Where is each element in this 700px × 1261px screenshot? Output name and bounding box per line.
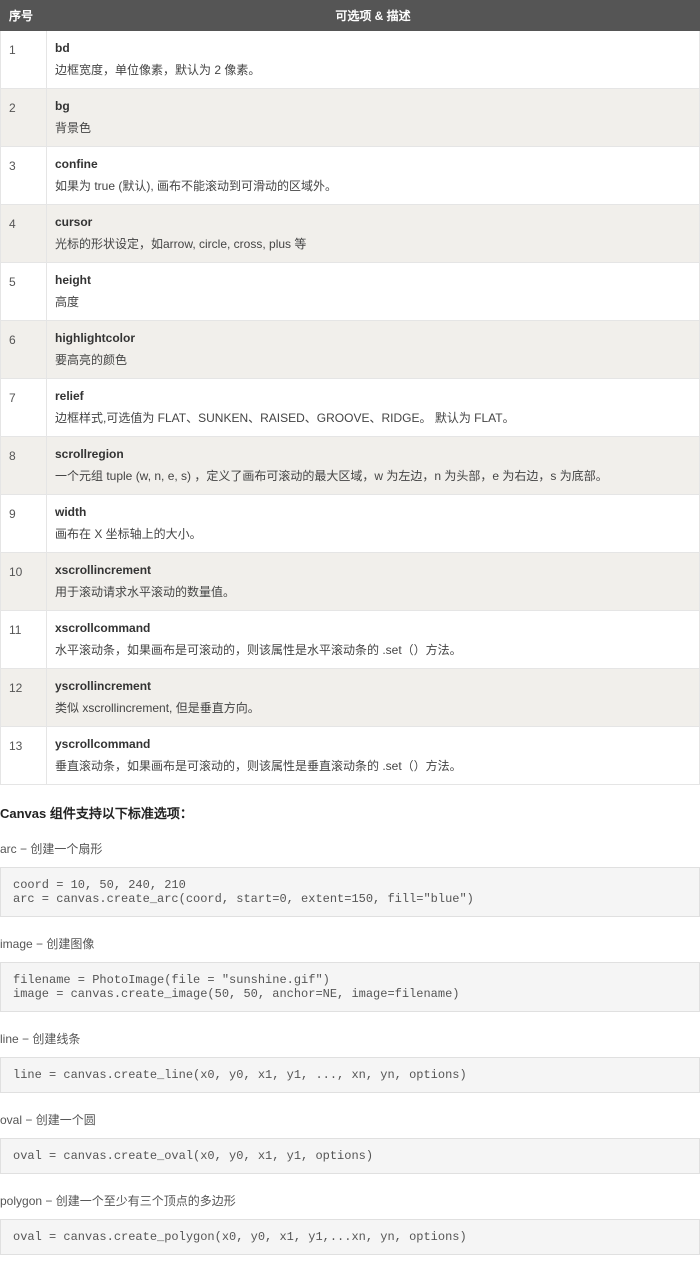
option-desc: 要高亮的颜色 <box>55 351 691 368</box>
row-content: xscrollcommand 水平滚动条，如果画布是可滚动的，则该属性是水平滚动条… <box>47 611 700 669</box>
row-index: 1 <box>1 31 47 89</box>
options-table: 序号 可选项 & 描述 1 bd 边框宽度，单位像素，默认为 2 像素。 2 bg 背景色… <box>0 0 700 785</box>
option-name: highlightcolor <box>55 331 691 345</box>
row-content: xscrollincrement 用于滚动请求水平滚动的数量值。 <box>47 553 700 611</box>
option-name: width <box>55 505 691 519</box>
option-desc: 画布在 X 坐标轴上的大小。 <box>55 525 691 542</box>
option-name: bd <box>55 41 691 55</box>
option-name: relief <box>55 389 691 403</box>
table-row: 6 highlightcolor 要高亮的颜色 <box>1 321 700 379</box>
row-index: 5 <box>1 263 47 321</box>
option-desc: 水平滚动条，如果画布是可滚动的，则该属性是水平滚动条的 .set（）方法。 <box>55 641 691 658</box>
table-row: 10 xscrollincrement 用于滚动请求水平滚动的数量值。 <box>1 553 700 611</box>
code-block: oval = canvas.create_polygon(x0, y0, x1,… <box>0 1219 700 1255</box>
table-row: 12 yscrollincrement 类似 xscrollincrement, 但… <box>1 669 700 727</box>
item-label: polygon − 创建一个至少有三个顶点的多边形 <box>0 1192 700 1209</box>
code-block: line = canvas.create_line(x0, y0, x1, y1… <box>0 1057 700 1093</box>
row-index: 11 <box>1 611 47 669</box>
row-content: bd 边框宽度，单位像素，默认为 2 像素。 <box>47 31 700 89</box>
table-row: 4 cursor 光标的形状设定，如arrow, circle, cross, pl… <box>1 205 700 263</box>
row-content: cursor 光标的形状设定，如arrow, circle, cross, plu… <box>47 205 700 263</box>
option-desc: 边框样式,可选值为 FLAT、SUNKEN、RAISED、GROOVE、RIDG… <box>55 409 691 426</box>
table-row: 5 height 高度 <box>1 263 700 321</box>
row-content: yscrollcommand 垂直滚动条，如果画布是可滚动的，则该属性是垂直滚动条… <box>47 727 700 785</box>
table-row: 8 scrollregion 一个元组 tuple (w, n, e, s) ，定义… <box>1 437 700 495</box>
row-index: 10 <box>1 553 47 611</box>
item-label: arc − 创建一个扇形 <box>0 840 700 857</box>
header-desc: 可选项 & 描述 <box>47 1 700 31</box>
table-row: 13 yscrollcommand 垂直滚动条，如果画布是可滚动的，则该属性是垂直滚… <box>1 727 700 785</box>
code-block: oval = canvas.create_oval(x0, y0, x1, y1… <box>0 1138 700 1174</box>
option-name: scrollregion <box>55 447 691 461</box>
row-index: 13 <box>1 727 47 785</box>
option-desc: 如果为 true (默认), 画布不能滚动到可滑动的区域外。 <box>55 177 691 194</box>
table-row: 2 bg 背景色 <box>1 89 700 147</box>
option-name: bg <box>55 99 691 113</box>
table-row: 9 width 画布在 X 坐标轴上的大小。 <box>1 495 700 553</box>
row-content: relief 边框样式,可选值为 FLAT、SUNKEN、RAISED、GROOV… <box>47 379 700 437</box>
option-name: confine <box>55 157 691 171</box>
row-content: confine 如果为 true (默认), 画布不能滚动到可滑动的区域外。 <box>47 147 700 205</box>
table-row: 1 bd 边框宽度，单位像素，默认为 2 像素。 <box>1 31 700 89</box>
row-index: 3 <box>1 147 47 205</box>
option-desc: 高度 <box>55 293 691 310</box>
option-desc: 一个元组 tuple (w, n, e, s) ，定义了画布可滚动的最大区域，w… <box>55 467 691 484</box>
option-desc: 光标的形状设定，如arrow, circle, cross, plus 等 <box>55 235 691 252</box>
option-desc: 类似 xscrollincrement, 但是垂直方向。 <box>55 699 691 716</box>
row-index: 8 <box>1 437 47 495</box>
header-index: 序号 <box>1 1 47 31</box>
row-index: 12 <box>1 669 47 727</box>
option-name: height <box>55 273 691 287</box>
item-label: oval − 创建一个圆 <box>0 1111 700 1128</box>
table-row: 11 xscrollcommand 水平滚动条，如果画布是可滚动的，则该属性是水平滚… <box>1 611 700 669</box>
row-index: 9 <box>1 495 47 553</box>
row-content: height 高度 <box>47 263 700 321</box>
option-name: yscrollincrement <box>55 679 691 693</box>
row-index: 7 <box>1 379 47 437</box>
option-desc: 边框宽度，单位像素，默认为 2 像素。 <box>55 61 691 78</box>
row-content: bg 背景色 <box>47 89 700 147</box>
table-row: 3 confine 如果为 true (默认), 画布不能滚动到可滑动的区域外。 <box>1 147 700 205</box>
option-desc: 用于滚动请求水平滚动的数量值。 <box>55 583 691 600</box>
row-content: width 画布在 X 坐标轴上的大小。 <box>47 495 700 553</box>
option-name: xscrollincrement <box>55 563 691 577</box>
item-label: image − 创建图像 <box>0 935 700 952</box>
code-block: filename = PhotoImage(file = "sunshine.g… <box>0 962 700 1012</box>
option-desc: 背景色 <box>55 119 691 136</box>
row-index: 4 <box>1 205 47 263</box>
row-index: 6 <box>1 321 47 379</box>
option-name: xscrollcommand <box>55 621 691 635</box>
item-label: line − 创建线条 <box>0 1030 700 1047</box>
option-name: cursor <box>55 215 691 229</box>
row-content: yscrollincrement 类似 xscrollincrement, 但是垂… <box>47 669 700 727</box>
table-row: 7 relief 边框样式,可选值为 FLAT、SUNKEN、RAISED、GROO… <box>1 379 700 437</box>
code-block: coord = 10, 50, 240, 210 arc = canvas.cr… <box>0 867 700 917</box>
row-index: 2 <box>1 89 47 147</box>
row-content: highlightcolor 要高亮的颜色 <box>47 321 700 379</box>
option-desc: 垂直滚动条，如果画布是可滚动的，则该属性是垂直滚动条的 .set（）方法。 <box>55 757 691 774</box>
standard-options-heading: Canvas 组件支持以下标准选项： <box>0 803 700 822</box>
row-content: scrollregion 一个元组 tuple (w, n, e, s) ，定义了… <box>47 437 700 495</box>
option-name: yscrollcommand <box>55 737 691 751</box>
